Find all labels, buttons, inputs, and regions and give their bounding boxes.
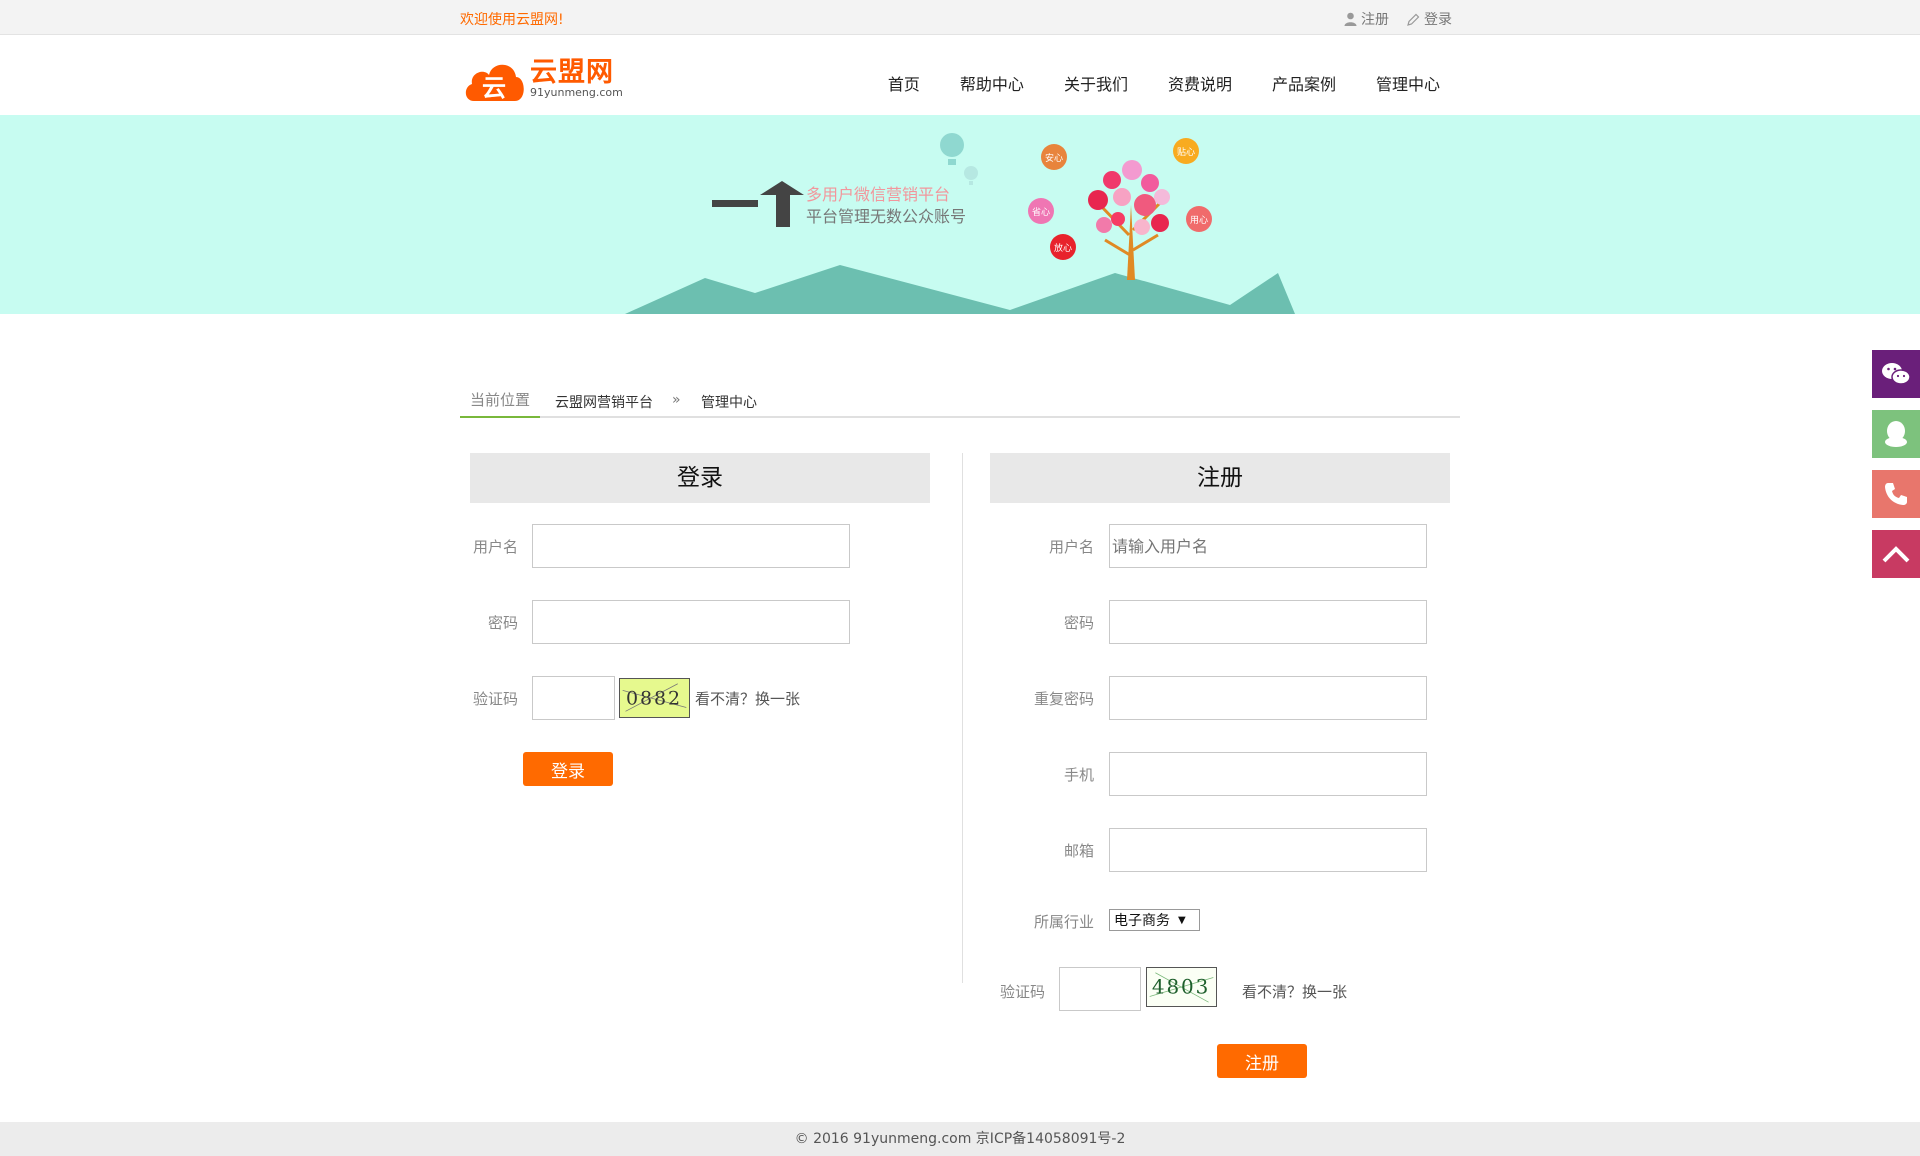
site-footer: © 2016 91yunmeng.com 京ICP备14058091号-2 <box>0 1122 1920 1156</box>
bubble-label-2: 贴心 <box>1177 146 1195 158</box>
dropdown-arrow-icon: ▼ <box>1178 914 1186 926</box>
breadcrumb-item-home[interactable]: 云盟网营销平台 <box>555 392 653 412</box>
side-wechat-button[interactable] <box>1872 350 1920 398</box>
graphic-bar <box>712 200 758 207</box>
top-bar: 欢迎使用云盟网! 注册 登录 <box>0 0 1920 35</box>
footer-copyright: © 2016 91yunmeng.com 京ICP备14058091号-2 <box>794 1131 1126 1147</box>
balloon-icon <box>940 133 964 165</box>
register-email-label: 邮箱 <box>1063 842 1094 860</box>
login-captcha-input[interactable] <box>532 676 615 720</box>
login-captcha-image[interactable]: 0882 <box>619 678 690 718</box>
heart-tree-icon <box>1088 160 1170 280</box>
pencil-icon <box>1407 13 1420 26</box>
register-captcha-text: 4803 <box>1152 975 1210 999</box>
nav-home[interactable]: 首页 <box>888 71 920 95</box>
phone-icon <box>1885 483 1907 505</box>
brand: 云盟网 91yunmeng.com <box>530 59 623 99</box>
hero-banner: 安心 贴心 省心 用心 放心 多用户微信营销平台 平台管理无数公众账号 <box>0 115 1920 314</box>
login-password-label: 密码 <box>487 614 518 632</box>
register-title: 注册 <box>990 453 1450 503</box>
brand-name: 云盟网 <box>530 57 614 88</box>
side-qq-button[interactable] <box>1872 410 1920 458</box>
banner-line-1: 多用户微信营销平台 <box>806 185 951 204</box>
top-login-link[interactable]: 登录 <box>1407 9 1452 29</box>
logo-char: 云 <box>482 74 506 102</box>
back-to-top-icon <box>1882 546 1910 563</box>
top-register-link[interactable]: 注册 <box>1344 9 1389 29</box>
register-captcha-refresh-link[interactable]: 看不清？换一张 <box>1242 981 1347 1002</box>
register-industry-value: 电子商务 <box>1114 913 1170 929</box>
register-password-input[interactable] <box>1109 600 1427 644</box>
login-captcha-text: 0882 <box>626 688 682 710</box>
register-repeat-password-label: 重复密码 <box>1033 690 1094 708</box>
register-email-input[interactable] <box>1109 828 1427 872</box>
login-title: 登录 <box>470 453 930 503</box>
login-password-input[interactable] <box>532 600 850 644</box>
top-register-label: 注册 <box>1361 12 1389 28</box>
nav-pricing[interactable]: 资费说明 <box>1168 71 1232 95</box>
nav-admin-center[interactable]: 管理中心 <box>1376 71 1440 95</box>
register-phone-input[interactable] <box>1109 752 1427 796</box>
nav-cases[interactable]: 产品案例 <box>1272 71 1336 95</box>
login-username-input[interactable] <box>532 524 850 568</box>
login-username-label: 用户名 <box>472 538 518 556</box>
bubble-label-5: 放心 <box>1054 242 1072 254</box>
site-logo[interactable]: 云 云盟网 91yunmeng.com <box>462 55 623 103</box>
column-divider <box>962 453 963 983</box>
mountain-shape <box>625 265 1295 314</box>
bubble-label-1: 安心 <box>1045 152 1063 164</box>
register-captcha-image[interactable]: 4803 <box>1146 967 1217 1007</box>
site-header: 云 云盟网 91yunmeng.com 首页 帮助中心 关于我们 资费说明 产品… <box>0 35 1920 115</box>
nav-about-us[interactable]: 关于我们 <box>1064 71 1128 95</box>
login-submit-button[interactable]: 登录 <box>523 752 613 786</box>
side-float-bar <box>1872 350 1920 590</box>
register-password-label: 密码 <box>1063 614 1094 632</box>
main-nav: 首页 帮助中心 关于我们 资费说明 产品案例 管理中心 <box>888 71 1440 95</box>
register-industry-select[interactable]: 电子商务 ▼ <box>1109 909 1200 931</box>
register-username-label: 用户名 <box>1048 538 1094 556</box>
top-links: 注册 登录 <box>1344 9 1452 29</box>
welcome-text: 欢迎使用云盟网! <box>460 12 564 28</box>
bubble-label-4: 用心 <box>1190 215 1208 226</box>
wechat-icon <box>1882 363 1911 385</box>
register-captcha-input[interactable] <box>1059 967 1141 1011</box>
cloud-logo-icon: 云 <box>465 64 524 102</box>
register-industry-label: 所属行业 <box>1033 913 1094 931</box>
breadcrumb-separator: » <box>672 392 681 408</box>
brand-domain: 91yunmeng.com <box>530 86 623 99</box>
side-phone-button[interactable] <box>1872 470 1920 518</box>
banner-line-2: 平台管理无数公众账号 <box>806 207 967 226</box>
side-back-to-top-button[interactable] <box>1872 530 1920 578</box>
nav-help-center[interactable]: 帮助中心 <box>960 71 1024 95</box>
bubble-label-3: 省心 <box>1032 206 1050 218</box>
register-username-input[interactable] <box>1109 524 1427 568</box>
balloon-small-icon <box>964 166 978 185</box>
login-captcha-refresh-link[interactable]: 看不清？换一张 <box>695 688 800 709</box>
breadcrumb-item-admin: 管理中心 <box>701 395 757 411</box>
login-captcha-label: 验证码 <box>472 690 518 708</box>
top-login-label: 登录 <box>1424 12 1452 28</box>
breadcrumb-current: 当前位置 <box>460 384 541 418</box>
register-phone-label: 手机 <box>1063 766 1094 784</box>
breadcrumb: 当前位置 云盟网营销平台 » 管理中心 <box>460 384 1460 418</box>
graphic-arrow <box>760 181 804 227</box>
register-captcha-label: 验证码 <box>999 983 1045 1001</box>
user-icon <box>1344 12 1357 26</box>
register-submit-button[interactable]: 注册 <box>1217 1044 1307 1078</box>
qq-icon <box>1885 421 1907 447</box>
register-repeat-password-input[interactable] <box>1109 676 1427 720</box>
